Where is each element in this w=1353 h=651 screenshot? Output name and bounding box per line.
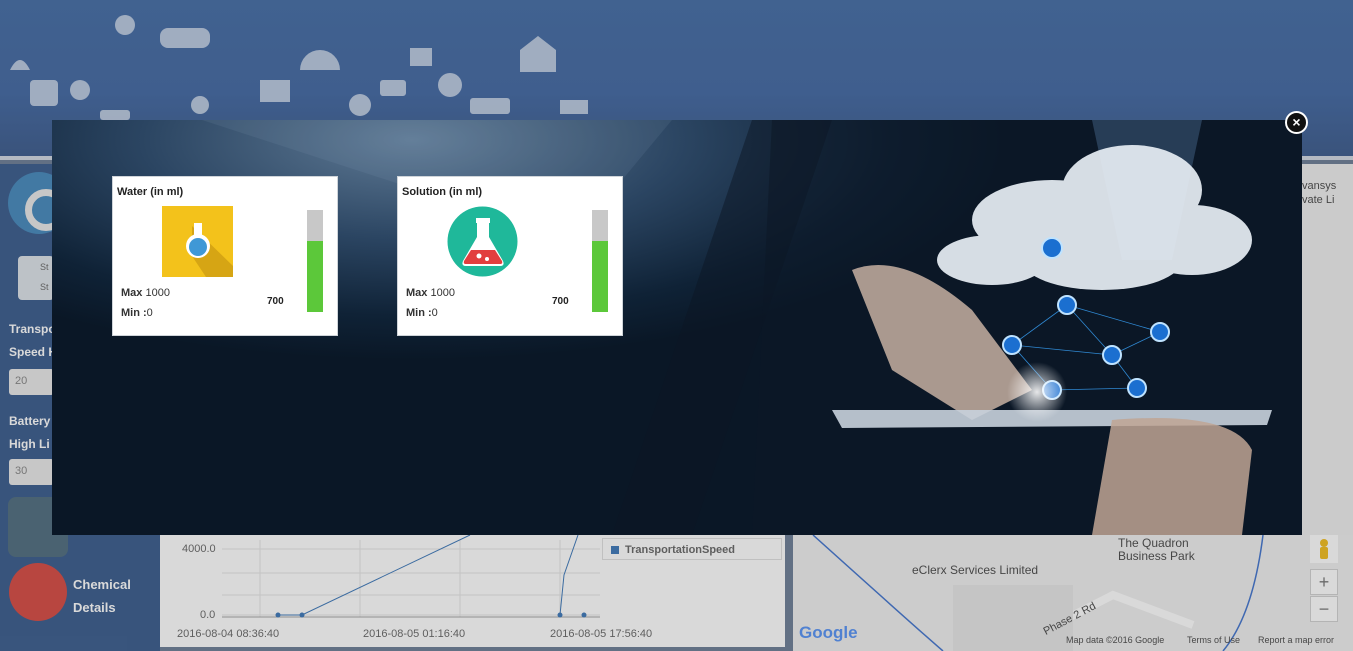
max-row: Max 1000 bbox=[406, 287, 455, 299]
level-gauge bbox=[307, 210, 323, 312]
min-value: 0 bbox=[146, 307, 153, 319]
max-label: Max bbox=[121, 287, 143, 299]
chemical-details-modal: Water (in ml) Max 1000 Min :0 700 Soluti… bbox=[52, 120, 1302, 535]
min-row: Min :0 bbox=[121, 307, 153, 319]
min-label: Min : bbox=[406, 307, 432, 319]
level-gauge-fill bbox=[307, 240, 323, 312]
beaker-icon bbox=[447, 206, 518, 277]
current-level-value: 700 bbox=[552, 296, 569, 307]
max-label: Max bbox=[406, 287, 428, 299]
min-value: 0 bbox=[431, 307, 438, 319]
max-value: 1000 bbox=[430, 287, 455, 299]
max-value: 1000 bbox=[145, 287, 170, 299]
min-label: Min : bbox=[121, 307, 147, 319]
max-row: Max 1000 bbox=[121, 287, 170, 299]
level-gauge-fill bbox=[592, 240, 608, 312]
card-title: Water (in ml) bbox=[117, 186, 184, 198]
water-level-card: Water (in ml) Max 1000 Min :0 700 bbox=[112, 176, 338, 336]
modal-close-button[interactable]: × bbox=[1285, 111, 1308, 134]
solution-level-card: Solution (in ml) Max 1000 Min :0 700 bbox=[397, 176, 623, 336]
card-title: Solution (in ml) bbox=[402, 186, 483, 198]
min-row: Min :0 bbox=[406, 307, 438, 319]
level-gauge bbox=[592, 210, 608, 312]
flask-icon bbox=[162, 206, 233, 277]
current-level-value: 700 bbox=[267, 296, 284, 307]
